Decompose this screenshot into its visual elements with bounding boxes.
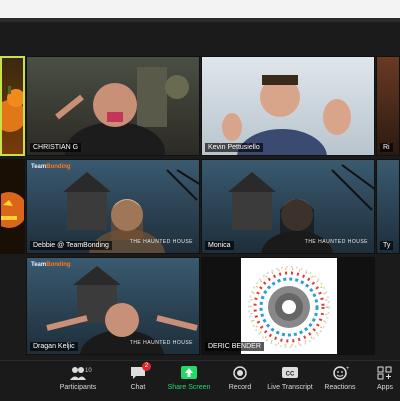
meeting-toolbar: 10 Participants 2 Chat Share Screen Reco…	[0, 360, 400, 401]
video-tile-pumpkin-top[interactable]	[0, 56, 25, 156]
window-title-bar	[0, 0, 400, 23]
haunted-house-watermark: THE HAUNTED HOUSE	[129, 239, 193, 245]
video-tile-debbie[interactable]: TeamBonding THE HAUNTED HOUSE Debbie @ T…	[26, 159, 200, 254]
jack-o-lantern-image	[1, 192, 24, 228]
video-tile-pumpkin-bottom[interactable]	[0, 159, 25, 254]
chat-icon: 2	[129, 362, 151, 381]
svg-text:+: +	[346, 366, 349, 372]
share-screen-icon	[180, 365, 198, 381]
video-gallery: CHRISTIAN G Kevin Pettusiello Ri TeamBon…	[0, 22, 400, 360]
reactions-label: Reactions	[324, 384, 356, 391]
apps-button[interactable]: Apps	[360, 365, 400, 399]
chat-unread-badge: 2	[142, 362, 151, 371]
live-transcript-label: Live Transcript	[267, 384, 313, 391]
closed-caption-icon: CC	[281, 365, 299, 381]
video-tile-monica[interactable]: THE HAUNTED HOUSE Monica	[201, 159, 375, 254]
participant-name: CHRISTIAN G	[30, 143, 82, 152]
participant-video-feed	[222, 75, 351, 155]
haunted-house-watermark: THE HAUNTED HOUSE	[129, 340, 193, 346]
live-transcript-button[interactable]: CC Live Transcript	[265, 365, 315, 399]
pumpkin-image	[2, 86, 23, 132]
apps-icon	[376, 365, 394, 381]
video-tile-ri[interactable]: Ri	[376, 56, 400, 156]
video-tile-kevin[interactable]: Kevin Pettusiello	[201, 56, 375, 156]
record-label: Record	[228, 384, 252, 391]
reactions-icon: +	[331, 365, 350, 381]
team-bonding-logo: TeamBonding	[31, 262, 71, 268]
participant-name: Monica	[205, 241, 234, 250]
reactions-button[interactable]: + Reactions	[315, 365, 365, 399]
participant-name: Dragan Keljic	[30, 342, 78, 351]
participants-button[interactable]: 10 Participants	[53, 365, 103, 399]
chat-label: Chat	[130, 384, 146, 391]
video-tile-deric[interactable]: DERIC BENDER	[201, 257, 375, 355]
video-tile-christian[interactable]: CHRISTIAN G	[26, 56, 200, 156]
participants-icon: 10	[69, 365, 92, 381]
participants-count: 10	[85, 368, 92, 374]
participant-name: Kevin Pettusiello	[205, 143, 263, 152]
share-screen-button[interactable]: Share Screen	[164, 365, 214, 399]
participants-label: Participants	[59, 384, 97, 391]
share-screen-label: Share Screen	[167, 384, 211, 391]
apps-label: Apps	[377, 384, 393, 391]
svg-text:CC: CC	[286, 372, 295, 378]
participant-name: Debbie @ TeamBonding	[30, 241, 112, 250]
video-tile-ty[interactable]: Ty	[376, 159, 400, 254]
video-tile-dragan[interactable]: TeamBonding THE HAUNTED HOUSE Dragan Kel…	[26, 257, 200, 355]
participant-name: Ty	[380, 241, 394, 250]
participant-name: DERIC BENDER	[205, 342, 264, 351]
mandala-avatar-icon	[248, 266, 330, 348]
haunted-house-watermark: THE HAUNTED HOUSE	[304, 239, 368, 245]
record-button[interactable]: Record	[215, 365, 265, 399]
participant-name: Ri	[380, 143, 393, 152]
profile-picture	[241, 258, 337, 354]
team-bonding-logo: TeamBonding	[31, 164, 71, 170]
record-icon	[231, 365, 249, 381]
chat-button[interactable]: 2 Chat	[113, 362, 163, 399]
participant-video-feed	[55, 67, 189, 155]
